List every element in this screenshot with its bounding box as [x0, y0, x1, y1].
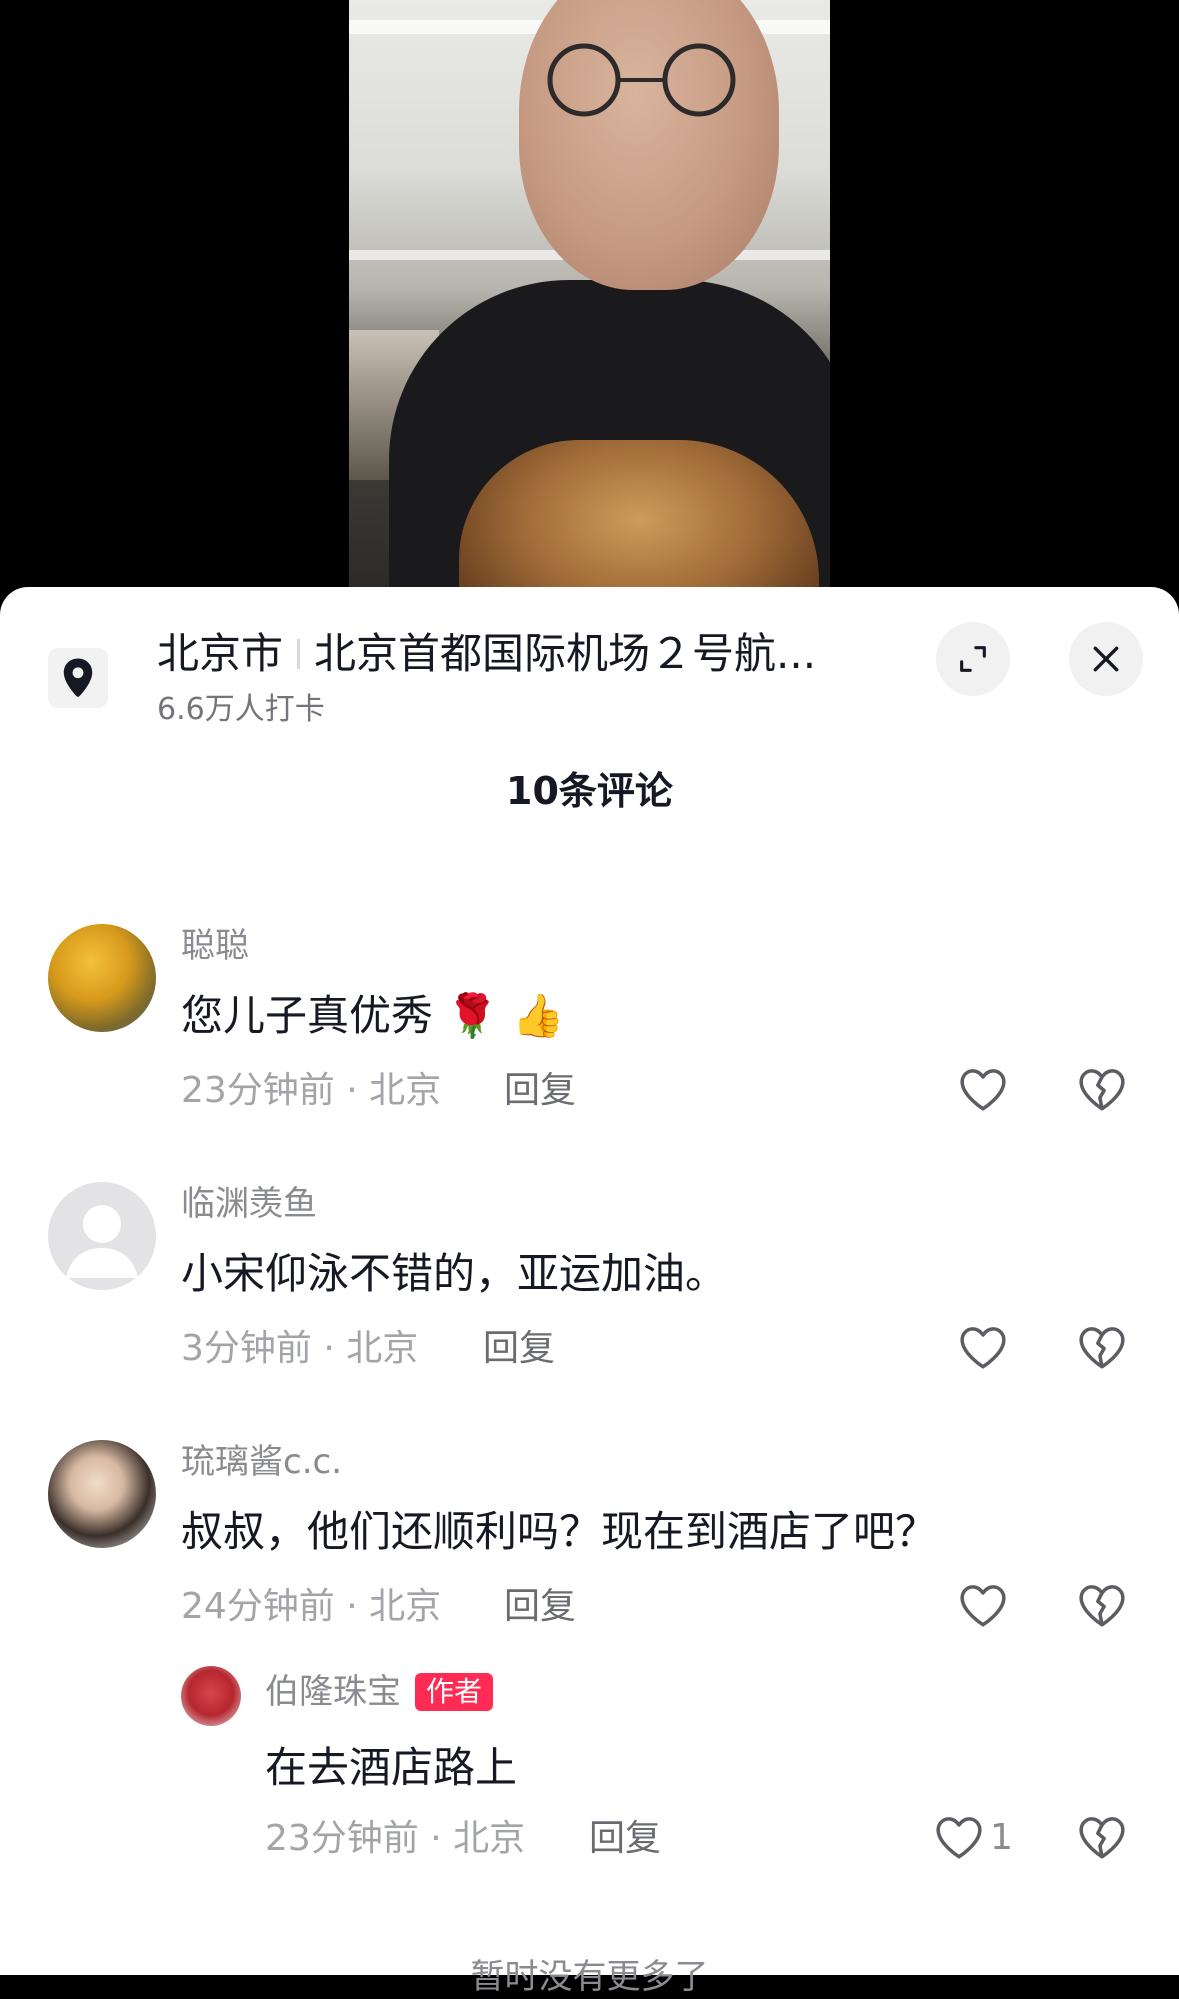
- heart-outline-icon: [960, 1069, 1006, 1111]
- like-button[interactable]: [958, 1582, 1014, 1628]
- close-button[interactable]: [1069, 622, 1143, 696]
- comment-username[interactable]: 聪聪: [181, 924, 249, 968]
- comment-text: 您儿子真优秀 🌹 👍: [181, 991, 565, 1040]
- like-button[interactable]: [958, 1324, 1014, 1370]
- location-city: 北京市: [157, 629, 284, 678]
- video-frame: [349, 0, 830, 600]
- dislike-button[interactable]: [1077, 1066, 1127, 1116]
- location-place: 北京首都国际机场２号航...: [314, 629, 817, 678]
- like-button[interactable]: [958, 1066, 1014, 1112]
- comment-username[interactable]: 琉璃酱c.c.: [181, 1440, 342, 1484]
- avatar[interactable]: [48, 1440, 156, 1548]
- dislike-button[interactable]: [1077, 1814, 1127, 1864]
- avatar[interactable]: [48, 1182, 156, 1290]
- comment-text: 小宋仰泳不错的，亚运加油。: [181, 1249, 728, 1298]
- reply-button[interactable]: 回复: [483, 1326, 555, 1372]
- like-count: 1: [990, 1816, 1013, 1858]
- heart-outline-icon: [960, 1327, 1006, 1369]
- glasses-detail: [547, 43, 736, 117]
- heart-outline-icon: [936, 1817, 982, 1859]
- like-button[interactable]: 1: [934, 1814, 1013, 1860]
- reply-username-row: 伯隆珠宝 作者: [265, 1670, 494, 1714]
- comment-meta: 3分钟前 · 北京: [181, 1328, 419, 1369]
- dislike-button[interactable]: [1077, 1582, 1127, 1632]
- video-player[interactable]: [0, 0, 1179, 600]
- reply-button[interactable]: 回复: [589, 1816, 661, 1862]
- avatar[interactable]: [48, 924, 156, 1032]
- dislike-button[interactable]: [1077, 1324, 1127, 1374]
- no-more-comments: 暂时没有更多了: [470, 1957, 709, 1997]
- heart-outline-icon: [960, 1585, 1006, 1627]
- default-avatar-icon: [66, 1205, 138, 1278]
- close-icon: [1093, 646, 1119, 672]
- expand-button[interactable]: [936, 622, 1010, 696]
- reply-meta: 23分钟前 · 北京: [265, 1818, 526, 1859]
- title-divider: [297, 639, 301, 669]
- location-checkins: 6.6万人打卡: [157, 692, 325, 727]
- broken-heart-icon: [1079, 1069, 1125, 1111]
- location-pin-icon[interactable]: [48, 648, 108, 708]
- comment-meta: 24分钟前 · 北京: [181, 1586, 442, 1627]
- reply-button[interactable]: 回复: [504, 1068, 576, 1114]
- expand-icon: [960, 646, 986, 672]
- comments-count-title: 10条评论: [506, 769, 673, 813]
- broken-heart-icon: [1079, 1817, 1125, 1859]
- location-title[interactable]: 北京市 北京首都国际机场２号航...: [157, 628, 887, 680]
- reply-username[interactable]: 伯隆珠宝: [265, 1670, 401, 1714]
- comment-username[interactable]: 临渊羡鱼: [181, 1182, 317, 1226]
- comment-text: 叔叔，他们还顺利吗？现在到酒店了吧？: [181, 1507, 938, 1556]
- avatar[interactable]: [181, 1666, 241, 1726]
- reply-button[interactable]: 回复: [504, 1584, 576, 1630]
- broken-heart-icon: [1079, 1585, 1125, 1627]
- comment-meta: 23分钟前 · 北京: [181, 1070, 442, 1111]
- author-badge: 作者: [415, 1673, 494, 1711]
- broken-heart-icon: [1079, 1327, 1125, 1369]
- reply-text: 在去酒店路上: [265, 1743, 518, 1792]
